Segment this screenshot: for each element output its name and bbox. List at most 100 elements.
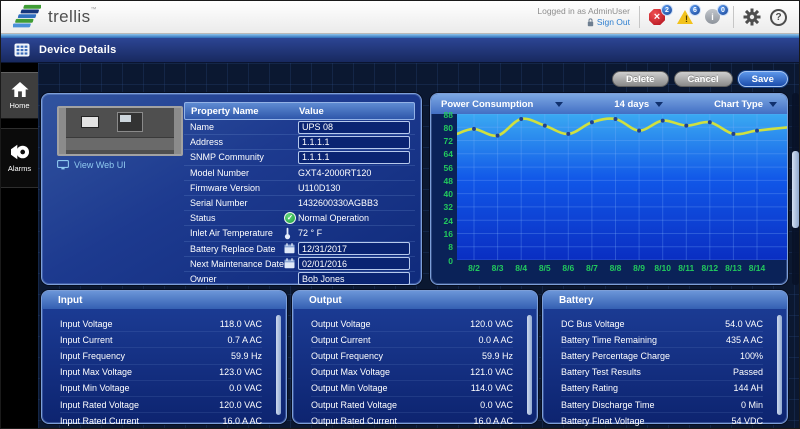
metric-label: Output Current <box>311 335 371 345</box>
metric-label: Battery Discharge Time <box>561 400 655 410</box>
metric-label: Input Current <box>60 335 113 345</box>
logged-in-text: Logged in as AdminUser <box>537 6 630 17</box>
trellis-app: trellis™ Logged in as AdminUser Sign Out… <box>0 0 800 429</box>
property-input-next-maintenance-date[interactable] <box>298 257 410 270</box>
metric-row-dc-bus-voltage: DC Bus Voltage54.0 VAC <box>561 316 763 332</box>
property-input-owner[interactable] <box>298 272 410 285</box>
property-table: Property Name Value NameAddressSNMP Comm… <box>184 102 415 286</box>
metric-value: 16.0 A AC <box>473 416 513 426</box>
property-input-address[interactable] <box>298 136 410 149</box>
settings-button[interactable] <box>743 8 761 26</box>
metric-row-input-max-voltage: Input Max Voltage123.0 VAC <box>60 365 262 381</box>
sidebar-item-alarms[interactable]: Alarms <box>1 128 38 188</box>
device-grid-icon <box>14 43 30 57</box>
y-axis-tick: 32 <box>431 202 453 212</box>
metric-row-output-min-voltage: Output Min Voltage114.0 VAC <box>311 381 513 397</box>
page-scrollbar-track[interactable] <box>792 93 799 285</box>
metric-label: Input Min Voltage <box>60 383 130 393</box>
property-label: SNMP Community <box>184 152 284 162</box>
save-button[interactable]: Save <box>738 71 788 87</box>
metric-label: Input Rated Voltage <box>60 400 139 410</box>
page-title-bar: Device Details <box>1 38 799 63</box>
property-value: 72 ° F <box>298 228 322 238</box>
battery-metrics-panel: Battery DC Bus Voltage54.0 VACBattery Ti… <box>542 290 788 424</box>
help-button[interactable]: ? <box>770 9 787 26</box>
sidebar-item-home[interactable]: Home <box>1 72 38 119</box>
x-axis-tick: 8/9 <box>626 263 652 273</box>
metric-row-battery-discharge-time: Battery Discharge Time0 Min <box>561 397 763 413</box>
trellis-logo[interactable]: trellis™ <box>13 4 97 30</box>
scrollbar-thumb[interactable] <box>777 315 782 415</box>
metric-label: Input Max Voltage <box>60 367 132 377</box>
scrollbar-thumb[interactable] <box>276 315 281 415</box>
property-row-owner: Owner <box>184 272 415 286</box>
brand-text: trellis™ <box>48 7 97 27</box>
property-input-snmp-community[interactable] <box>298 151 410 164</box>
metric-label: Output Frequency <box>311 351 383 361</box>
metric-label: Input Voltage <box>60 319 113 329</box>
property-row-model-number: Model Number GXT4-2000RT120 <box>184 166 415 181</box>
x-axis-tick: 8/6 <box>555 263 581 273</box>
property-row-firmware-version: Firmware VersionU110D130 <box>184 181 415 196</box>
icon-slot <box>284 243 298 254</box>
property-row-snmp-community: SNMP Community <box>184 150 415 165</box>
metric-row-battery-rating: Battery Rating144 AH <box>561 381 763 397</box>
metric-value: 118.0 VAC <box>220 319 262 329</box>
property-value: GXT4-2000RT120 <box>298 168 371 178</box>
sign-out-link[interactable]: Sign Out <box>537 17 630 28</box>
metric-value: 120.0 VAC <box>470 319 513 329</box>
chart-range-dropdown[interactable]: 14 days <box>614 99 663 110</box>
metric-value: 100% <box>740 351 763 361</box>
critical-alerts-button[interactable]: × 2 <box>649 8 668 26</box>
view-web-ui-link[interactable]: View Web UI <box>57 160 126 170</box>
panel-title: Input <box>42 291 286 309</box>
ups-vent <box>66 137 174 150</box>
metric-rows: DC Bus Voltage54.0 VAC Battery Time Remai… <box>543 309 787 423</box>
info-alerts-button[interactable]: i 0 <box>705 8 724 26</box>
metric-label: Battery Time Remaining <box>561 335 657 345</box>
property-label: Serial Number <box>184 198 284 208</box>
property-label: Model Number <box>184 168 284 178</box>
property-value: 1432600330AGBB3 <box>298 198 378 208</box>
property-row-next-maintenance-date: Next Maintenance Date <box>184 257 415 272</box>
metric-value: 59.9 Hz <box>231 351 262 361</box>
metric-rows: Output Voltage120.0 VACOutput Current0.0… <box>293 309 537 423</box>
chevron-down-icon <box>655 102 663 107</box>
x-axis-tick: 8/5 <box>532 263 558 273</box>
x-axis-tick: 8/4 <box>508 263 534 273</box>
sidebar-item-label: Alarms <box>8 164 31 173</box>
chart-type-dropdown[interactable]: Chart Type <box>714 99 777 110</box>
device-image <box>57 106 183 156</box>
x-axis-tick: 8/2 <box>461 263 487 273</box>
property-input-battery-replace-date[interactable] <box>298 242 410 255</box>
metric-value: 0.0 A AC <box>478 335 513 345</box>
divider <box>733 6 734 28</box>
page-scrollbar-thumb[interactable] <box>792 151 799 228</box>
sidebar: Home Alarms <box>1 63 38 428</box>
calendar-icon <box>284 258 295 269</box>
property-input-name[interactable] <box>298 121 410 134</box>
cancel-button[interactable]: Cancel <box>674 71 733 87</box>
metric-value: 59.9 Hz <box>482 351 513 361</box>
metric-row-input-current: Input Current0.7 A AC <box>60 332 262 348</box>
x-axis-tick: 8/8 <box>603 263 629 273</box>
column-header-value: Value <box>299 106 324 117</box>
ups-screen <box>120 115 131 122</box>
calendar-icon <box>284 243 295 254</box>
chart-metric-dropdown[interactable]: Power Consumption <box>441 99 563 110</box>
metric-value: 54 VDC <box>731 416 763 426</box>
trademark: ™ <box>90 7 96 13</box>
x-axis-tick: 8/11 <box>673 263 699 273</box>
warning-alerts-button[interactable]: ! 6 <box>677 8 696 26</box>
scrollbar-thumb[interactable] <box>527 315 532 415</box>
metric-value: 435 A AC <box>726 335 763 345</box>
rack-ear <box>59 108 66 154</box>
ups-control-panel <box>117 112 143 132</box>
delete-button[interactable]: Delete <box>612 71 669 87</box>
property-row-name: Name <box>184 120 415 135</box>
metric-row-input-frequency: Input Frequency59.9 Hz <box>60 348 262 364</box>
metric-label: Battery Float Voltage <box>561 416 645 426</box>
metric-row-input-min-voltage: Input Min Voltage0.0 VAC <box>60 381 262 397</box>
metric-value: 144 AH <box>733 383 763 393</box>
view-web-ui-label: View Web UI <box>74 160 126 170</box>
